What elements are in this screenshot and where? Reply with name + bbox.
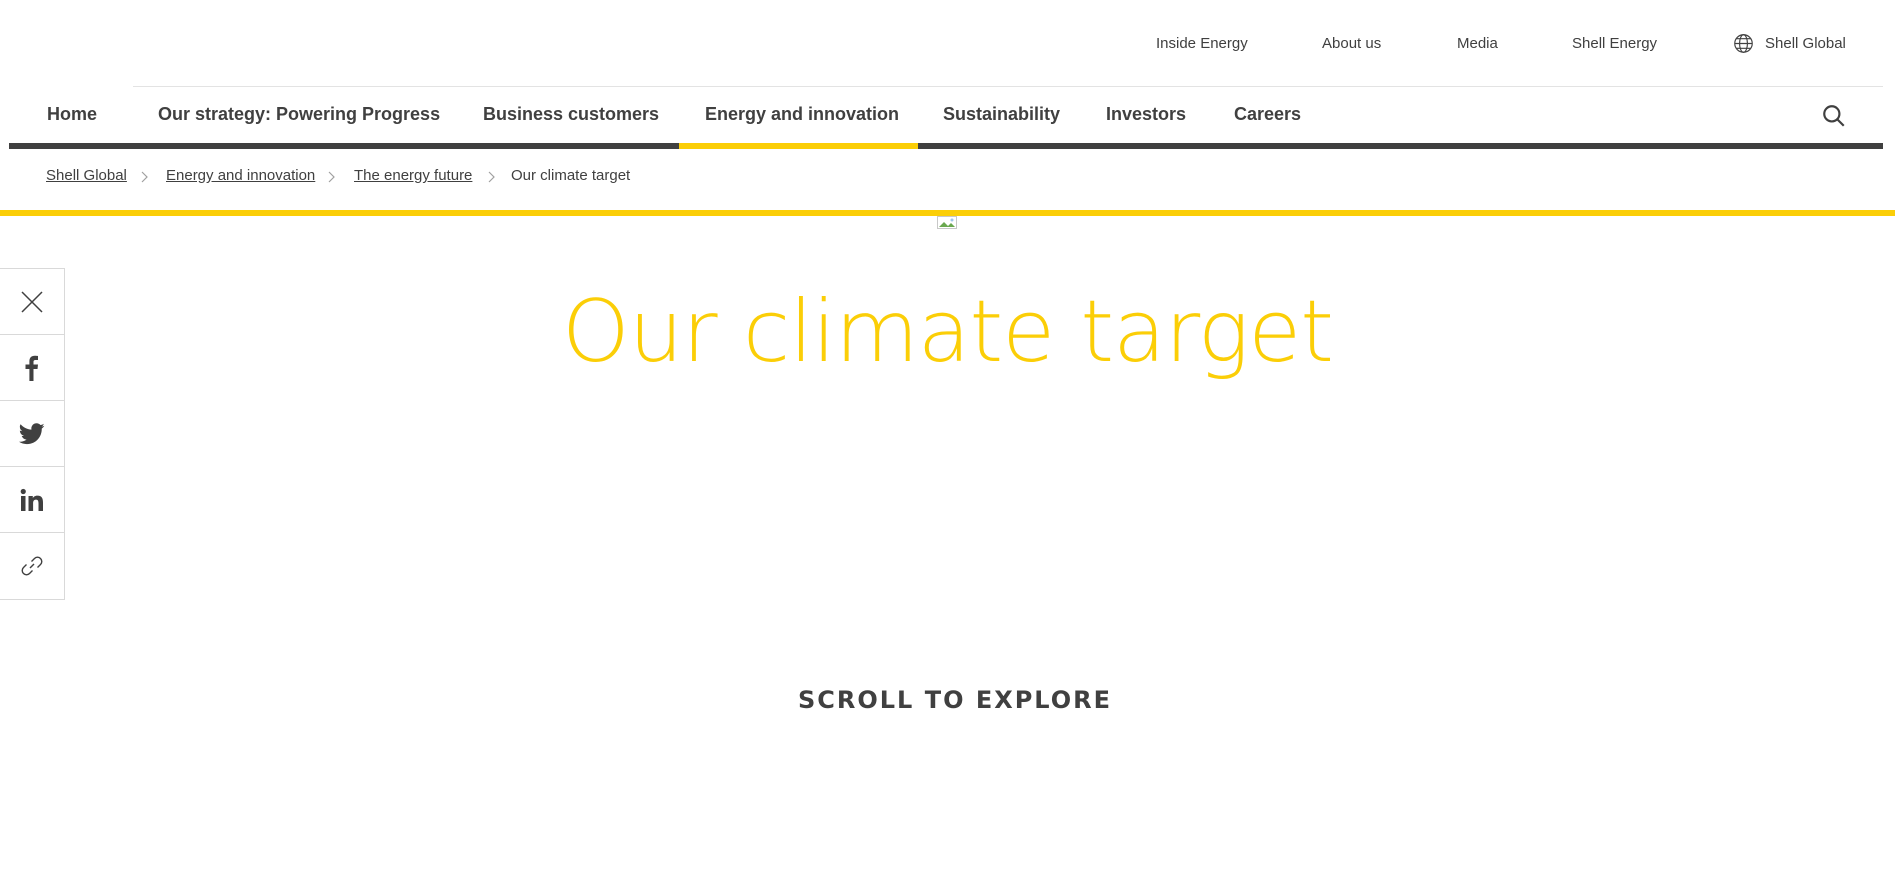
linkedin-icon	[20, 488, 43, 511]
utility-link-inside-energy[interactable]: Inside Energy	[1156, 35, 1248, 52]
linkedin-share-button[interactable]	[0, 467, 64, 533]
scroll-to-explore[interactable]: SCROLL TO EXPLORE	[0, 686, 1895, 714]
page-title: Our climate target	[562, 282, 1334, 382]
broken-image-icon	[937, 216, 957, 229]
nav-item-investors[interactable]: Investors	[1106, 87, 1186, 143]
link-icon	[21, 556, 43, 576]
utility-bar: Inside Energy About us Media Shell Energ…	[0, 0, 1895, 86]
nav-item-careers[interactable]: Careers	[1234, 87, 1301, 143]
chevron-right-icon	[141, 171, 148, 183]
breadcrumb-current: Our climate target	[511, 167, 631, 184]
main-nav: Home Our strategy: Powering Progress Bus…	[9, 87, 1883, 149]
breadcrumb-item[interactable]: The energy future	[354, 167, 472, 184]
twitter-icon	[19, 422, 45, 444]
breadcrumb-item[interactable]: Shell Global	[46, 167, 127, 184]
nav-item-business-customers[interactable]: Business customers	[483, 87, 659, 143]
nav-active-indicator	[679, 143, 918, 149]
chevron-right-icon	[328, 171, 335, 183]
nav-item-energy-and-innovation[interactable]: Energy and innovation	[705, 87, 899, 143]
nav-item-home[interactable]: Home	[47, 87, 97, 143]
utility-link-media[interactable]: Media	[1457, 35, 1498, 52]
twitter-share-button[interactable]	[0, 401, 64, 467]
utility-link-about-us[interactable]: About us	[1322, 35, 1381, 52]
nav-item-strategy[interactable]: Our strategy: Powering Progress	[158, 87, 440, 143]
search-icon[interactable]	[1821, 103, 1847, 129]
nav-underline	[9, 143, 1883, 149]
utility-link-shell-energy[interactable]: Shell Energy	[1572, 35, 1657, 52]
locale-selector[interactable]: Shell Global	[1765, 35, 1846, 52]
copy-link-button[interactable]	[0, 533, 64, 599]
nav-item-sustainability[interactable]: Sustainability	[943, 87, 1060, 143]
chevron-right-icon	[488, 171, 495, 183]
breadcrumb-item[interactable]: Energy and innovation	[166, 167, 315, 184]
globe-icon[interactable]	[1733, 33, 1754, 54]
